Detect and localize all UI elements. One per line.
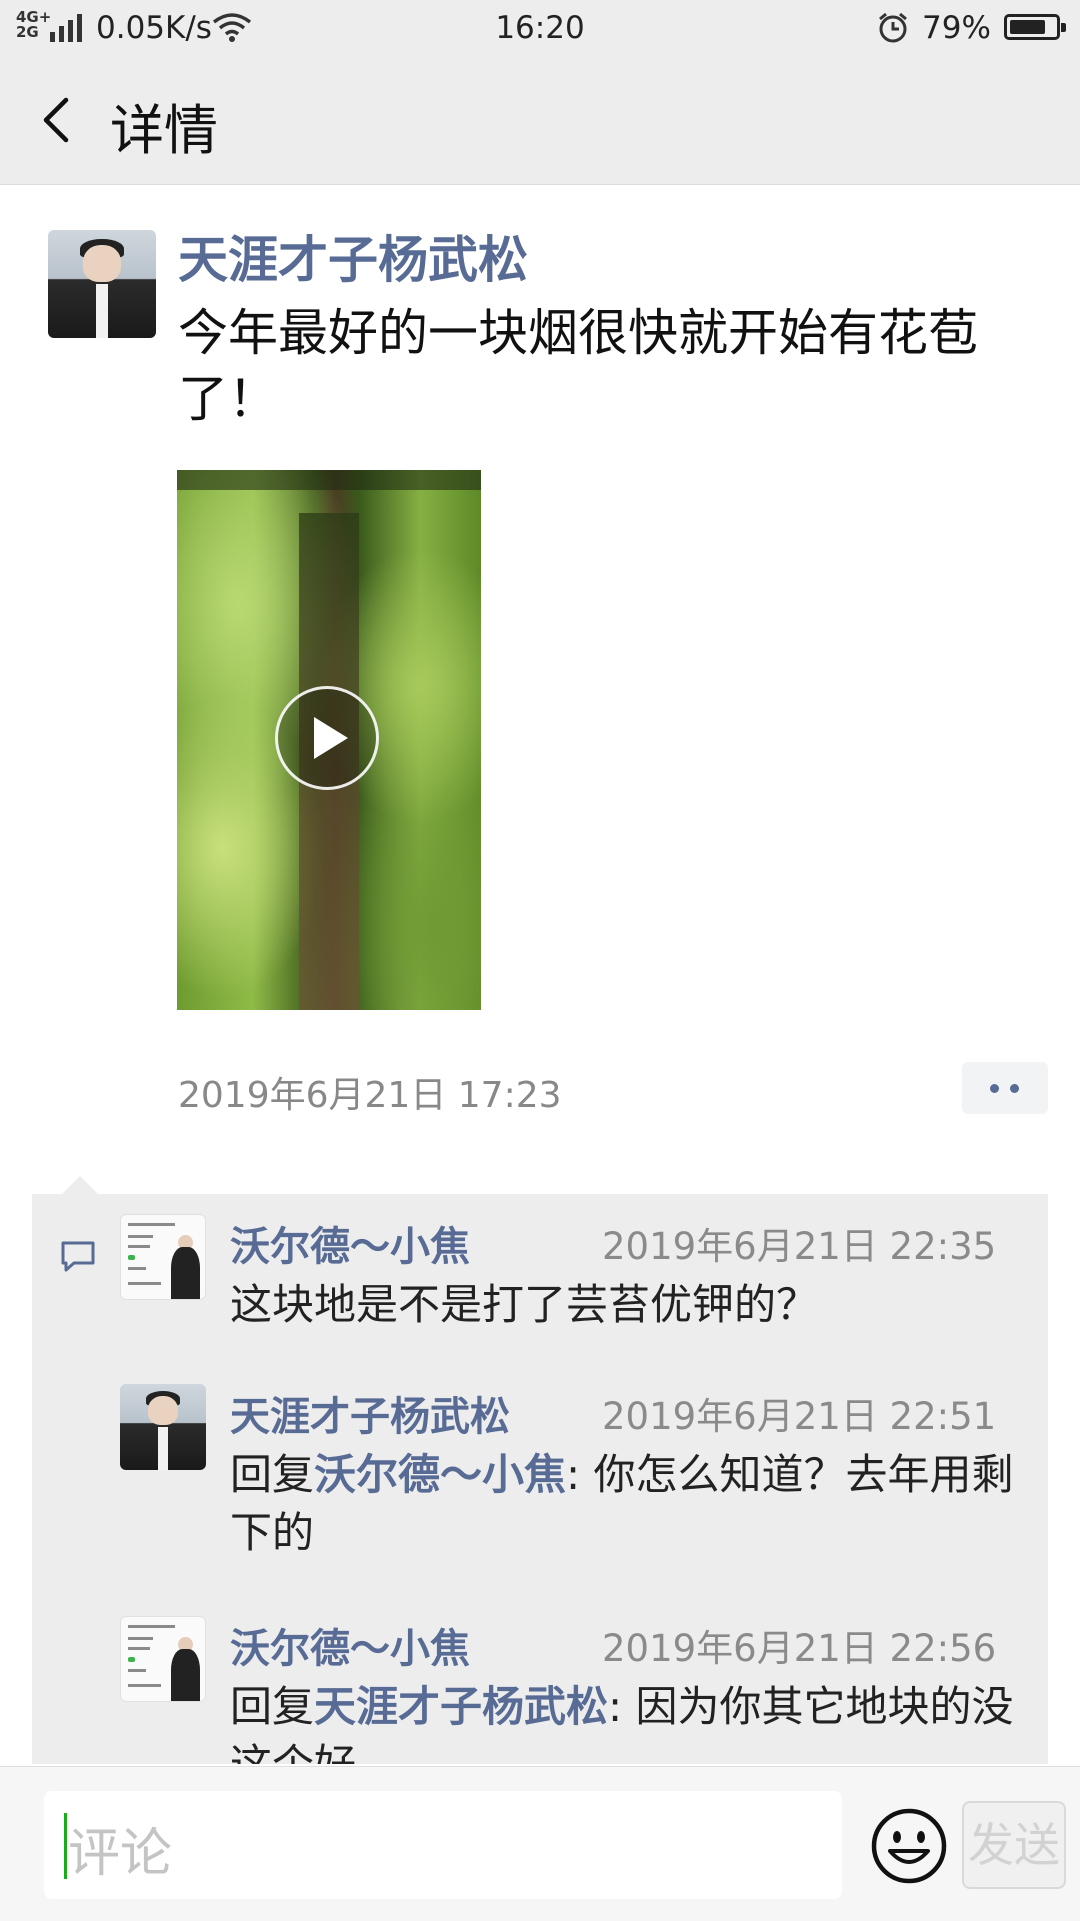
- post-video-thumbnail[interactable]: [177, 470, 481, 1010]
- chevron-left-icon[interactable]: [36, 94, 76, 146]
- commenter-avatar[interactable]: [120, 1214, 206, 1300]
- nav-bar: 详情: [0, 56, 1080, 185]
- status-bar: 4G+ 2G 0.05K/s 16:20 79%: [0, 0, 1080, 56]
- reply-prefix: 回复: [230, 1682, 315, 1731]
- post-author-avatar[interactable]: [48, 230, 156, 338]
- reply-target-name[interactable]: 天涯才子杨武松: [314, 1682, 608, 1731]
- send-button[interactable]: 发送: [962, 1801, 1066, 1889]
- battery-icon: [1004, 14, 1066, 40]
- comment-icon: [61, 1241, 95, 1272]
- comment-text[interactable]: 回复天涯才子杨武松: 因为你其它地块的没这个好: [230, 1678, 1020, 1764]
- comment-text[interactable]: 这块地是不是打了芸苔优钾的？: [230, 1276, 1020, 1334]
- comment-input-bar: 评论 发送: [0, 1766, 1080, 1921]
- commenter-name[interactable]: 沃尔德～小焦: [230, 1214, 470, 1272]
- post-text: 今年最好的一块烟很快就开始有花苞了！: [178, 304, 978, 428]
- comment-text[interactable]: 回复沃尔德～小焦: 你怎么知道？去年用剩下的: [230, 1446, 1020, 1562]
- battery-fill: [1010, 20, 1045, 34]
- comment-time: 2019年6月21日 22:35: [602, 1225, 997, 1268]
- more-dots-icon[interactable]: [962, 1062, 1048, 1114]
- comments-pointer: [62, 1176, 98, 1194]
- emoji-smile-icon[interactable]: [870, 1807, 948, 1885]
- battery-percent: 79%: [922, 10, 991, 46]
- commenter-avatar[interactable]: [120, 1384, 206, 1470]
- commenter-name[interactable]: 沃尔德～小焦: [230, 1616, 470, 1674]
- alarm-icon: [879, 12, 907, 43]
- commenter-avatar[interactable]: [120, 1616, 206, 1702]
- play-icon[interactable]: [275, 686, 379, 790]
- reply-target-name[interactable]: 沃尔德～小焦: [314, 1450, 566, 1499]
- comments-section: 沃尔德～小焦 2019年6月21日 22:35 这块地是不是打了芸苔优钾的？ 天…: [32, 1194, 1048, 1764]
- comment-input-placeholder: 评论: [68, 1824, 173, 1884]
- commenter-name[interactable]: 天涯才子杨武松: [230, 1384, 510, 1442]
- comment-time: 2019年6月21日 22:56: [602, 1627, 997, 1670]
- page-title: 详情: [110, 99, 218, 162]
- comment-input[interactable]: 评论: [44, 1791, 842, 1899]
- comment-time: 2019年6月21日 22:51: [602, 1395, 997, 1438]
- text-caret: [64, 1813, 67, 1879]
- post-author-name[interactable]: 天涯才子杨武松: [178, 220, 528, 292]
- post-timestamp: 2019年6月21日 17:23: [178, 1075, 562, 1116]
- status-time: 16:20: [495, 10, 585, 46]
- reply-prefix: 回复: [230, 1450, 315, 1499]
